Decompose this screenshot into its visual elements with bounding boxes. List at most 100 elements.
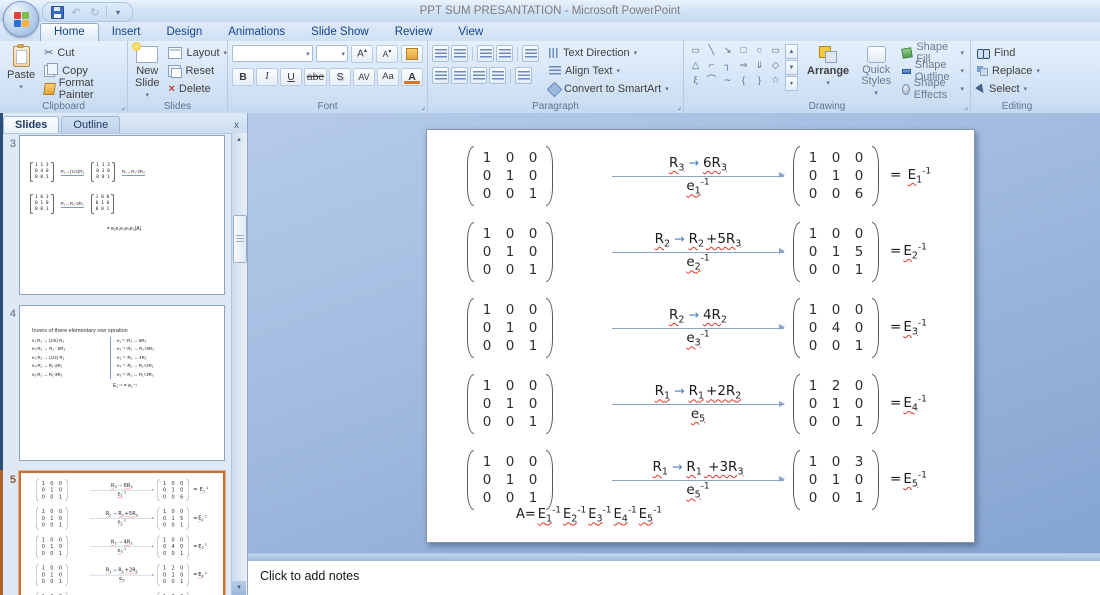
term: = xyxy=(890,471,901,487)
gallery-more-button[interactable]: ▾ xyxy=(785,76,798,91)
align-text-button[interactable]: Align Text ▾ xyxy=(547,62,671,80)
select-button[interactable]: Select ▾ xyxy=(975,80,1059,98)
tab-insert[interactable]: Insert xyxy=(99,24,154,41)
italic-button[interactable]: I xyxy=(256,67,278,86)
matrix-cell: 1 xyxy=(180,578,184,585)
reset-button[interactable]: Reset xyxy=(166,62,229,80)
scrollbar-thumb[interactable] xyxy=(233,215,247,263)
align-center-button[interactable] xyxy=(451,67,468,84)
scroll-down-button[interactable]: ▼ xyxy=(232,581,246,595)
slide-5-thumbnail[interactable]: 1 0 0 0 1 0 0 0 1 R3→6R3 e1-1 1 0 0 0 1 0 0 0 6 = E1-1 1 0 0 0 1 0… xyxy=(19,471,225,595)
align-right-button[interactable] xyxy=(470,67,487,84)
clear-formatting-button[interactable] xyxy=(401,44,423,63)
decrease-indent-button[interactable] xyxy=(477,45,494,62)
slide-3-thumbnail[interactable]: 1 1 30 4 00 0 1 R₂→(1/4)R₂ 1 1 30 1 00 0… xyxy=(19,135,225,295)
quick-styles-button[interactable]: Quick Styles ▾ xyxy=(858,44,894,99)
bullets-button[interactable] xyxy=(432,45,449,62)
panel-tab-outline[interactable]: Outline xyxy=(61,116,121,133)
underline-button[interactable]: U xyxy=(280,67,302,86)
shape-icon[interactable]: ◇ xyxy=(768,59,783,73)
panel-tab-slides[interactable]: Slides xyxy=(3,116,60,133)
operation-bottom-label: e2-1 xyxy=(685,254,710,273)
tab-slide-show[interactable]: Slide Show xyxy=(298,24,382,41)
tab-animations[interactable]: Animations xyxy=(215,24,298,41)
justify-button[interactable] xyxy=(489,67,506,84)
gallery-up-button[interactable]: ▲ xyxy=(785,44,798,59)
shrink-font-button[interactable]: A▾ xyxy=(376,44,398,63)
replace-button[interactable]: Replace ▾ xyxy=(975,62,1059,80)
find-button[interactable]: Find xyxy=(975,44,1059,62)
shape-icon[interactable]: □ xyxy=(736,44,751,58)
font-size-combo[interactable]: ▾ xyxy=(315,45,348,62)
notes-pane[interactable]: Click to add notes xyxy=(248,561,1100,595)
shape-icon[interactable]: ⇓ xyxy=(752,59,767,73)
text-shadow-button[interactable]: S xyxy=(329,67,351,86)
shape-icon[interactable]: { xyxy=(736,74,751,88)
matrix-cell: 0 xyxy=(162,578,167,585)
matrix-cell: 0 xyxy=(808,396,818,412)
clipboard-dialog-launcher[interactable]: ⌟ xyxy=(121,103,125,111)
shape-icon[interactable]: ⌐ xyxy=(704,59,719,73)
shape-icon[interactable]: ⌒ xyxy=(704,74,719,88)
grow-font-button[interactable]: A▴ xyxy=(351,44,373,63)
increase-indent-button[interactable] xyxy=(496,45,513,62)
shape-icon[interactable]: ○ xyxy=(752,44,767,58)
new-slide-button[interactable]: New Slide ▾ xyxy=(132,42,162,101)
tab-design[interactable]: Design xyxy=(153,24,215,41)
gallery-down-button[interactable]: ▼ xyxy=(785,60,798,75)
redo-button[interactable]: ↻ xyxy=(87,5,103,20)
matrix-cell: 1 xyxy=(854,490,864,506)
tab-review[interactable]: Review xyxy=(382,24,446,41)
panel-close-button[interactable]: x xyxy=(230,120,243,133)
format-painter-button[interactable]: Format Painter xyxy=(42,77,123,101)
shape-icon[interactable]: ▭ xyxy=(768,44,783,58)
matrix-cell: 0 xyxy=(505,226,515,242)
office-button[interactable] xyxy=(3,1,39,37)
term: = xyxy=(193,543,197,549)
shape-icon[interactable]: ┐ xyxy=(720,59,735,73)
font-dialog-launcher[interactable]: ⌟ xyxy=(421,103,425,111)
slide-4-thumbnail[interactable]: Invers of there elementary row opration … xyxy=(19,305,225,461)
change-case-button[interactable]: Aa xyxy=(377,67,399,86)
text-direction-button[interactable]: Text Direction ▾ xyxy=(547,44,671,62)
undo-button[interactable]: ↶ xyxy=(68,5,84,20)
shape-icon[interactable]: ☆ xyxy=(768,74,783,88)
drawing-dialog-launcher[interactable]: ⌟ xyxy=(964,103,968,111)
bold-button[interactable]: B xyxy=(232,67,254,86)
shape-icon[interactable]: ╲ xyxy=(704,44,719,58)
scroll-up-button[interactable]: ▲ xyxy=(232,133,246,147)
align-left-button[interactable] xyxy=(432,67,449,84)
slide-canvas[interactable]: 1 0 0 0 1 0 0 0 1 R3 → 6R3 e1-1 1 0 0 0 1 0 0 0 6 = E1-1 1 0 0 0 1 0… xyxy=(426,129,975,543)
matrix-grid: 100010001 xyxy=(38,535,65,557)
notes-splitter[interactable] xyxy=(248,553,1100,561)
line-spacing-button[interactable] xyxy=(522,45,539,62)
tab-home[interactable]: Home xyxy=(40,23,99,41)
numbering-button[interactable] xyxy=(451,45,468,62)
paste-button[interactable]: Paste ▾ xyxy=(4,44,38,98)
delete-button[interactable]: × Delete xyxy=(166,80,229,98)
columns-button[interactable] xyxy=(515,67,532,84)
font-color-button[interactable]: A xyxy=(401,67,423,86)
customize-qat-button[interactable]: ▾ xyxy=(110,5,126,20)
shape-icon[interactable]: ⇒ xyxy=(736,59,751,73)
paragraph-dialog-launcher[interactable]: ⌟ xyxy=(677,103,681,111)
save-button[interactable] xyxy=(49,5,65,20)
character-spacing-button[interactable]: AV xyxy=(353,67,375,86)
layout-button[interactable]: Layout ▾ xyxy=(166,44,229,62)
shape-icon[interactable]: ↘ xyxy=(720,44,735,58)
matrix-cell: 0 xyxy=(482,186,492,202)
shape-icon[interactable]: ▭ xyxy=(688,44,703,58)
shape-icon[interactable]: ∼ xyxy=(720,74,735,88)
shape-icon[interactable]: △ xyxy=(688,59,703,73)
shape-icon[interactable]: } xyxy=(752,74,767,88)
shape-icon[interactable]: ξ xyxy=(688,74,703,88)
tab-view[interactable]: View xyxy=(445,24,496,41)
arrange-button[interactable]: Arrange ▾ xyxy=(804,44,852,89)
cut-button[interactable]: ✂ Cut xyxy=(42,44,123,62)
shape-effects-button[interactable]: Shape Effects ▾ xyxy=(900,77,966,101)
font-name-combo[interactable]: ▾ xyxy=(232,45,313,62)
strikethrough-button[interactable]: abe xyxy=(304,67,327,86)
convert-smartart-button[interactable]: Convert to SmartArt ▾ xyxy=(546,80,671,98)
matrix-grid: 100010006 xyxy=(800,146,872,206)
panel-scrollbar[interactable]: ▲ ▼ xyxy=(231,133,247,595)
